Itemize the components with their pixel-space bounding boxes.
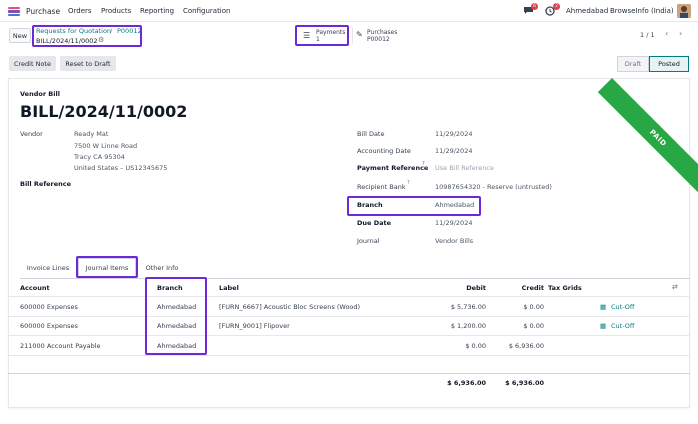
row-label[interactable]: [FURN_6667] Acoustic Bloc Screens (Wood) — [219, 303, 360, 311]
highlight-journal-tab — [76, 256, 138, 278]
chat-count-badge: 6 — [531, 3, 538, 10]
col-account[interactable]: Account — [20, 284, 50, 292]
optional-columns-icon[interactable]: ⇄ — [672, 283, 678, 291]
row-divider — [8, 316, 690, 317]
tab-other-info[interactable]: Other Info — [139, 258, 185, 278]
payment-reference-help-icon: ? — [422, 161, 425, 167]
col-credit[interactable]: Credit — [500, 284, 544, 292]
row-divider — [8, 335, 690, 336]
vendor-label: Vendor — [20, 130, 43, 138]
totals-divider — [8, 373, 690, 374]
total-debit: $ 6,936.00 — [447, 379, 486, 387]
pager-next-icon[interactable]: › — [679, 29, 682, 38]
journal-label: Journal — [357, 237, 380, 245]
payment-reference-input[interactable]: Use Bill Reference — [435, 164, 494, 172]
highlight-branch-field — [347, 196, 481, 216]
row-divider — [8, 355, 690, 356]
accounting-date-value[interactable]: 11/29/2024 — [435, 147, 472, 155]
row-account[interactable]: 600000 Expenses — [20, 303, 78, 311]
row-account[interactable]: 211000 Account Payable — [20, 342, 101, 350]
row-cutoff-button[interactable]: Cut-Off — [611, 322, 634, 330]
highlight-breadcrumb — [32, 25, 142, 47]
row-account[interactable]: 600000 Expenses — [20, 322, 78, 330]
edit-icon: ✎ — [356, 30, 363, 39]
payment-reference-label: Payment Reference — [357, 164, 429, 172]
reset-to-draft-button[interactable]: Reset to Draft — [60, 56, 116, 71]
purchases-smart-button[interactable]: ✎ Purchases P00012 — [352, 28, 400, 44]
tab-invoice-lines[interactable]: Invoice Lines — [20, 258, 76, 278]
pager-prev-icon[interactable]: ‹ — [665, 29, 668, 38]
vendor-address-line-2: Tracy CA 95304 — [74, 153, 125, 161]
status-posted[interactable]: Posted — [649, 56, 689, 72]
vendor-address-line-1: 7500 W Linne Road — [74, 142, 138, 150]
journal-value[interactable]: Vendor Bills — [435, 237, 473, 245]
new-button[interactable]: New — [9, 28, 31, 43]
bill-reference-label: Bill Reference — [20, 180, 72, 188]
recipient-bank-value[interactable]: 10987654320 - Reserve (untrusted) — [435, 183, 552, 191]
recipient-bank-label: Recipient Bank — [357, 183, 406, 191]
accounting-date-label: Accounting Date — [357, 147, 411, 155]
row-debit[interactable]: $ 1,200.00 — [430, 322, 486, 330]
credit-note-button[interactable]: Credit Note — [9, 56, 56, 71]
app-name[interactable]: Purchase — [26, 7, 60, 16]
calendar-icon: ▦ — [600, 322, 607, 330]
purchases-value: P00012 — [367, 36, 390, 43]
header-divider — [8, 296, 690, 297]
row-debit[interactable]: $ 0.00 — [430, 342, 486, 350]
branch-switcher[interactable]: Ahmedabad — [566, 7, 608, 15]
total-credit: $ 6,936.00 — [505, 379, 544, 387]
activity-clock-icon[interactable]: 2 — [545, 3, 560, 16]
col-debit[interactable]: Debit — [440, 284, 486, 292]
col-label[interactable]: Label — [219, 284, 239, 292]
row-cutoff-button[interactable]: Cut-Off — [611, 303, 634, 311]
calendar-icon: ▦ — [600, 303, 607, 311]
purchases-label: Purchases — [367, 29, 398, 36]
tabs-divider — [20, 278, 690, 279]
row-credit[interactable]: $ 0.00 — [494, 322, 544, 330]
vendor-address-line-3: United States – US12345675 — [74, 164, 168, 172]
form-sheet — [8, 78, 690, 408]
row-credit[interactable]: $ 6,936.00 — [494, 342, 544, 350]
status-draft[interactable]: Draft — [617, 56, 649, 72]
chat-icon[interactable]: 6 — [523, 3, 538, 15]
menu-products[interactable]: Products — [101, 7, 131, 15]
menu-configuration[interactable]: Configuration — [183, 7, 230, 15]
apps-menu-icon[interactable] — [8, 7, 20, 16]
bill-number-title: BILL/2024/11/0002 — [20, 102, 188, 121]
vendor-name-link[interactable]: Ready Mat — [74, 130, 108, 138]
row-credit[interactable]: $ 0.00 — [494, 303, 544, 311]
bill-date-label: Bill Date — [357, 130, 385, 138]
user-avatar[interactable] — [677, 4, 691, 18]
menu-reporting[interactable]: Reporting — [140, 7, 174, 15]
bill-date-value[interactable]: 11/29/2024 — [435, 130, 472, 138]
highlight-payments — [295, 25, 349, 46]
due-date-value[interactable]: 11/29/2024 — [435, 219, 472, 227]
activity-count-badge: 2 — [553, 3, 560, 10]
top-navbar: Purchase Orders Products Reporting Confi… — [0, 0, 698, 22]
menu-orders[interactable]: Orders — [68, 7, 92, 15]
col-tax-grids[interactable]: Tax Grids — [548, 284, 582, 292]
recipient-bank-help-icon: ? — [407, 180, 410, 186]
row-debit[interactable]: $ 5,736.00 — [430, 303, 486, 311]
due-date-label: Due Date — [357, 219, 391, 227]
highlight-branch-column — [145, 277, 207, 355]
company-switcher[interactable]: BrowseInfo (India) — [610, 7, 674, 15]
row-label[interactable]: [FURN_9001] Flipover — [219, 322, 290, 330]
move-type-label: Vendor Bill — [20, 90, 60, 98]
pager-value[interactable]: 1 / 1 — [640, 31, 655, 39]
